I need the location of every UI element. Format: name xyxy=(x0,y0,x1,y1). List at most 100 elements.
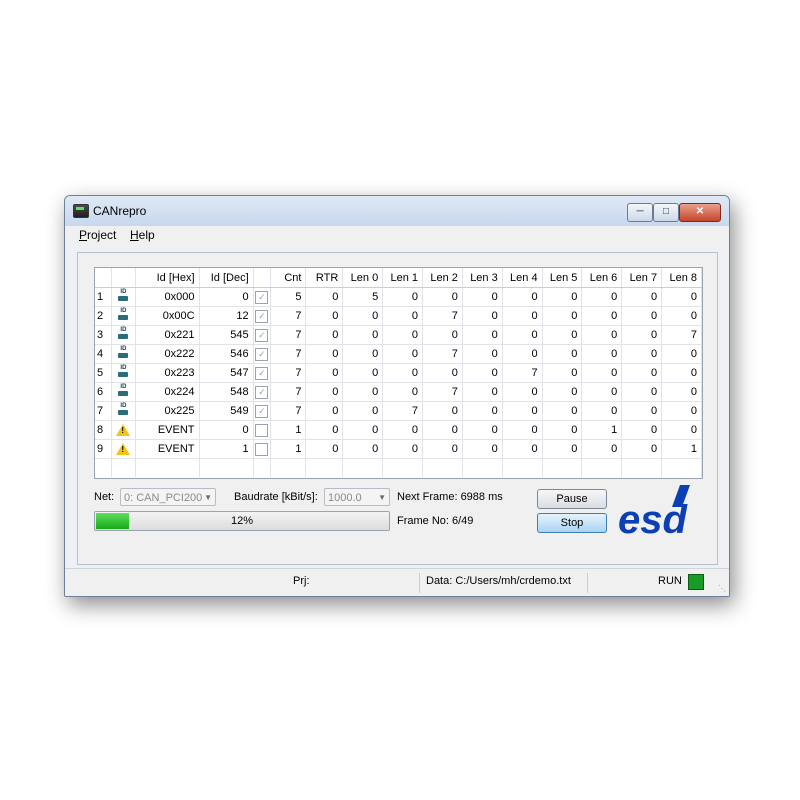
enable-checkbox[interactable]: ✓ xyxy=(255,290,269,304)
value-cell-rtr: 0 xyxy=(305,439,344,459)
baudrate-label: Baudrate [kBit/s]: xyxy=(234,491,318,503)
column-header-id-hex[interactable]: Id [Hex] xyxy=(135,268,200,288)
value-cell-cnt: 7 xyxy=(270,363,307,383)
column-header-len-8[interactable]: Len 8 xyxy=(661,268,702,288)
column-header-len-7[interactable]: Len 7 xyxy=(621,268,663,288)
value-cell-len-6: 0 xyxy=(581,344,623,364)
column-header-len-0[interactable]: Len 0 xyxy=(342,268,384,288)
enable-cell: ✓ xyxy=(253,401,272,421)
value-cell-len-3: 0 xyxy=(462,439,503,459)
value-cell-len-3: 0 xyxy=(462,306,503,326)
value-cell-len-3: 0 xyxy=(462,344,503,364)
menu-project[interactable]: Project xyxy=(79,228,116,242)
value-cell-len-4: 0 xyxy=(502,344,543,364)
minimize-button[interactable]: ─ xyxy=(627,203,653,222)
value-cell-len-7: 0 xyxy=(621,325,663,345)
resize-grip-icon[interactable]: ⋱ xyxy=(718,584,726,593)
frame-number-text: Frame No: 6/49 xyxy=(397,515,474,527)
can-frame-icon xyxy=(117,327,129,341)
table-row[interactable]: 50x223547✓70000070000 xyxy=(95,363,702,383)
stop-button[interactable]: Stop xyxy=(537,513,607,533)
value-cell-len-0: 0 xyxy=(342,420,384,440)
row-icon-cell xyxy=(111,401,136,421)
table-row[interactable]: 10x0000✓50500000000 xyxy=(95,287,702,307)
column-header-len-2[interactable]: Len 2 xyxy=(422,268,463,288)
empty-cell xyxy=(621,458,663,477)
menu-help[interactable]: Help xyxy=(130,228,155,242)
value-cell-cnt: 7 xyxy=(270,382,307,402)
enable-cell: ✓ xyxy=(253,363,272,383)
row-icon-cell xyxy=(111,325,136,345)
column-header-len-4[interactable]: Len 4 xyxy=(502,268,543,288)
enable-cell: ✓ xyxy=(253,382,272,402)
value-cell-len-6: 0 xyxy=(581,401,623,421)
column-header-cnt[interactable]: Cnt xyxy=(270,268,307,288)
value-cell-len-1: 0 xyxy=(382,363,424,383)
pause-button[interactable]: Pause xyxy=(537,489,607,509)
id-hex-cell: 0x000 xyxy=(135,287,200,307)
empty-cell xyxy=(422,458,463,477)
row-number: 7 xyxy=(95,401,113,421)
value-cell-len-1: 0 xyxy=(382,325,424,345)
enable-checkbox[interactable]: ✓ xyxy=(255,404,269,418)
table-row[interactable]: 20x00C12✓70007000000 xyxy=(95,306,702,326)
frame-table[interactable]: Id [Hex] Id [Dec] Cnt RTR Len 0 Len 1 Len 2 Len… xyxy=(94,267,703,479)
empty-cell xyxy=(135,458,200,477)
value-cell-len-8: 7 xyxy=(661,325,702,345)
value-cell-cnt: 1 xyxy=(270,439,307,459)
enable-cell xyxy=(253,439,272,459)
enable-checkbox[interactable]: ✓ xyxy=(255,309,269,323)
enable-cell: ✓ xyxy=(253,344,272,364)
row-number: 9 xyxy=(95,439,113,459)
id-hex-cell: 0x00C xyxy=(135,306,200,326)
close-button[interactable]: ✕ xyxy=(679,203,721,222)
enable-checkbox[interactable]: ✓ xyxy=(255,366,269,380)
table-row[interactable]: 70x225549✓70070000000 xyxy=(95,401,702,421)
project-status: Prj: xyxy=(293,575,310,587)
value-cell-len-4: 0 xyxy=(502,439,543,459)
value-cell-len-5: 0 xyxy=(542,287,583,307)
column-header-rtr[interactable]: RTR xyxy=(305,268,344,288)
baudrate-select[interactable]: 1000.0 ▼ xyxy=(324,488,390,506)
title-bar[interactable]: CANrepro ─ □ ✕ xyxy=(65,196,729,226)
column-header-row-number[interactable] xyxy=(95,268,113,288)
value-cell-len-7: 0 xyxy=(621,401,663,421)
table-row[interactable]: 40x222546✓70007000000 xyxy=(95,344,702,364)
value-cell-len-1: 0 xyxy=(382,439,424,459)
column-header-len-6[interactable]: Len 6 xyxy=(581,268,623,288)
enable-checkbox[interactable] xyxy=(255,423,269,437)
id-hex-cell: EVENT xyxy=(135,439,200,459)
maximize-button[interactable]: □ xyxy=(653,203,679,222)
value-cell-cnt: 7 xyxy=(270,306,307,326)
enable-checkbox[interactable]: ✓ xyxy=(255,328,269,342)
column-header-len-5[interactable]: Len 5 xyxy=(542,268,583,288)
column-header-id-dec[interactable]: Id [Dec] xyxy=(199,268,254,288)
value-cell-len-8: 0 xyxy=(661,344,702,364)
table-row[interactable]: 60x224548✓70007000000 xyxy=(95,382,702,402)
enable-checkbox[interactable] xyxy=(255,442,269,456)
table-row[interactable]: 9! EVENT 1 1 0 0 0 0 0 0 0 0 0 1 xyxy=(95,439,702,459)
enable-cell: ✓ xyxy=(253,306,272,326)
column-header-row-icon[interactable] xyxy=(111,268,136,288)
value-cell-len-1: 0 xyxy=(382,344,424,364)
column-header-enable[interactable] xyxy=(253,268,272,288)
id-dec-cell: 0 xyxy=(199,287,254,307)
column-header-len-3[interactable]: Len 3 xyxy=(462,268,503,288)
value-cell-len-2: 7 xyxy=(422,382,463,402)
net-select[interactable]: 0: CAN_PCI200 ▼ xyxy=(120,488,216,506)
value-cell-len-4: 0 xyxy=(502,401,543,421)
value-cell-len-0: 0 xyxy=(342,401,384,421)
row-number: 1 xyxy=(95,287,113,307)
empty-cell xyxy=(502,458,543,477)
empty-cell xyxy=(462,458,503,477)
table-row[interactable]: 8! EVENT 0 1 0 0 0 0 0 0 0 1 0 0 xyxy=(95,420,702,440)
value-cell-len-8: 0 xyxy=(661,306,702,326)
value-cell-len-4: 0 xyxy=(502,420,543,440)
empty-cell xyxy=(542,458,583,477)
enable-checkbox[interactable]: ✓ xyxy=(255,347,269,361)
enable-checkbox[interactable]: ✓ xyxy=(255,385,269,399)
value-cell-len-7: 0 xyxy=(621,363,663,383)
table-row[interactable]: 30x221545✓70000000007 xyxy=(95,325,702,345)
column-header-len-1[interactable]: Len 1 xyxy=(382,268,424,288)
value-cell-len-6: 0 xyxy=(581,287,623,307)
